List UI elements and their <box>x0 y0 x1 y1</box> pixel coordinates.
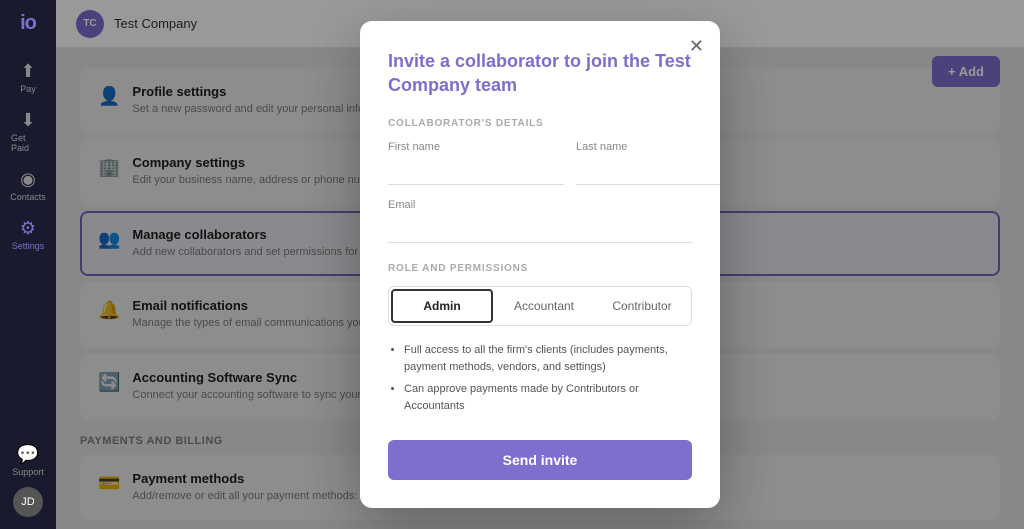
support-icon: 💬 <box>17 444 39 465</box>
sidebar: io ⬆ Pay ⬇ Get Paid ◉ Contacts ⚙ Setting… <box>0 0 56 529</box>
email-input[interactable] <box>388 215 692 243</box>
last-name-input[interactable] <box>576 157 720 185</box>
last-name-label: Last name <box>576 141 720 153</box>
role-desc-item-2: Can approve payments made by Contributor… <box>404 381 692 416</box>
collaborator-details-label: COLLABORATOR'S DETAILS <box>388 118 692 129</box>
pay-icon: ⬆ <box>20 61 35 82</box>
modal-title: Invite a collaborator to join the Test C… <box>388 49 692 98</box>
settings-icon: ⚙ <box>20 218 36 239</box>
app-logo: io <box>20 12 36 35</box>
sidebar-label-support: Support <box>12 467 44 477</box>
sidebar-item-pay[interactable]: ⬆ Pay <box>5 55 51 100</box>
role-contributor-button[interactable]: Contributor <box>593 287 691 325</box>
contacts-icon: ◉ <box>20 169 36 190</box>
sidebar-item-support[interactable]: 💬 Support <box>5 438 51 483</box>
email-label: Email <box>388 199 692 211</box>
last-name-field: Last name <box>576 141 720 185</box>
close-modal-button[interactable]: ✕ <box>689 37 704 55</box>
first-name-label: First name <box>388 141 564 153</box>
role-description: Full access to all the firm's clients (i… <box>388 342 692 416</box>
invite-collaborator-modal: ✕ Invite a collaborator to join the Test… <box>360 21 720 508</box>
sidebar-label-settings: Settings <box>12 241 45 251</box>
main-content: TC Test Company 👤 Profile settings Set a… <box>56 0 1024 529</box>
role-admin-button[interactable]: Admin <box>391 289 493 323</box>
user-avatar[interactable]: JD <box>13 487 43 517</box>
sidebar-item-settings[interactable]: ⚙ Settings <box>5 212 51 257</box>
email-field: Email <box>388 199 692 243</box>
sidebar-item-get-paid[interactable]: ⬇ Get Paid <box>5 104 51 159</box>
modal-overlay: ✕ Invite a collaborator to join the Test… <box>56 0 1024 529</box>
role-accountant-button[interactable]: Accountant <box>495 287 593 325</box>
role-section: ROLE AND PERMISSIONS Admin Accountant Co… <box>388 263 692 416</box>
first-name-input[interactable] <box>388 157 564 185</box>
name-fields-row: First name Last name <box>388 141 692 185</box>
sidebar-label-get-paid: Get Paid <box>11 133 45 153</box>
first-name-field: First name <box>388 141 564 185</box>
send-invite-button[interactable]: Send invite <box>388 440 692 480</box>
role-desc-item-1: Full access to all the firm's clients (i… <box>404 342 692 377</box>
sidebar-label-pay: Pay <box>20 84 36 94</box>
role-section-label: ROLE AND PERMISSIONS <box>388 263 692 274</box>
sidebar-item-contacts[interactable]: ◉ Contacts <box>5 163 51 208</box>
sidebar-label-contacts: Contacts <box>10 192 46 202</box>
role-buttons-group: Admin Accountant Contributor <box>388 286 692 326</box>
get-paid-icon: ⬇ <box>20 110 35 131</box>
